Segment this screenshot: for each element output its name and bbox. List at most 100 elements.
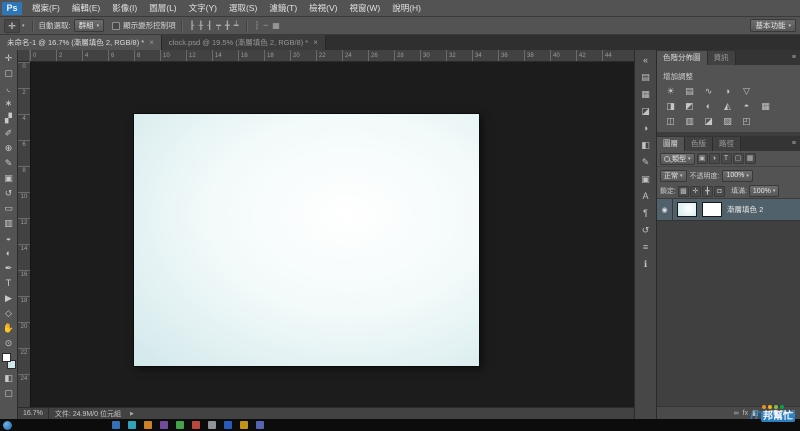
quick-mask-button[interactable]: ◧	[0, 371, 17, 386]
panel-menu-icon[interactable]: ≡	[788, 51, 800, 65]
workspace-dropdown[interactable]: 基本功能 ▾	[750, 19, 796, 32]
zoom-level-field[interactable]: 16.7%	[18, 408, 49, 419]
filter-shape-layers-icon[interactable]: ▢	[732, 153, 744, 164]
panel-menu-icon[interactable]: ≡	[788, 137, 800, 151]
lock-position-icon[interactable]: ╋	[701, 185, 713, 197]
move-tool[interactable]: ✛	[0, 51, 17, 66]
vibrance-icon[interactable]: ▽	[737, 84, 756, 99]
paragraph-panel-icon[interactable]: ¶	[637, 205, 655, 222]
close-icon[interactable]: ×	[313, 38, 318, 47]
distribute-horizontal-icon[interactable]: ┄	[261, 19, 270, 33]
layer-name[interactable]: 漸層填色 2	[727, 204, 763, 215]
posterize-icon[interactable]: ▥	[680, 114, 699, 129]
tab-histogram[interactable]: 色階分佈圖	[657, 51, 708, 65]
auto-align-layers-icon[interactable]: ▦	[270, 19, 282, 33]
eyedropper-tool[interactable]: ✐	[0, 126, 17, 141]
vertical-ruler[interactable]: 0 2 4 6 8 10 12 14 16 18 20 22 24	[18, 62, 30, 407]
menu-item[interactable]: 視窗(W)	[344, 0, 387, 16]
hand-tool[interactable]: ✋	[0, 321, 17, 336]
history-panel-icon[interactable]: ↺	[637, 222, 655, 239]
close-icon[interactable]: ×	[149, 38, 154, 47]
auto-select-dropdown[interactable]: 群組 ▾	[73, 19, 105, 32]
taskbar-app-icon[interactable]	[176, 421, 184, 429]
menu-item[interactable]: 編輯(E)	[66, 0, 106, 16]
menu-item[interactable]: 文字(Y)	[183, 0, 223, 16]
tab-untitled-1[interactable]: 未命名-1 @ 16.7% (漸層填色 2, RGB/8) * ×	[0, 35, 162, 50]
taskbar-app-icon[interactable]	[224, 421, 232, 429]
lock-transparency-icon[interactable]: ▩	[677, 185, 689, 197]
document-info[interactable]: 文件: 24.9M/0 位元組	[49, 409, 127, 419]
align-left-edges-icon[interactable]: ┠	[188, 19, 197, 33]
invert-icon[interactable]: ◫	[661, 114, 680, 129]
layer-filter-dropdown[interactable]: 類型 ▾	[660, 152, 695, 165]
marquee-tool[interactable]: ▢	[0, 66, 17, 81]
taskbar-app-icon[interactable]	[160, 421, 168, 429]
canvas-workspace[interactable]	[30, 62, 634, 407]
tab-channels[interactable]: 色版	[685, 137, 713, 151]
taskbar-app-icon[interactable]	[256, 421, 264, 429]
color-balance-icon[interactable]: ◩	[680, 99, 699, 114]
menu-item[interactable]: 濾鏡(T)	[263, 0, 303, 16]
filter-smart-objects-icon[interactable]: ▦	[744, 153, 756, 164]
healing-brush-tool[interactable]: ⊕	[0, 141, 17, 156]
photo-filter-icon[interactable]: ◭	[718, 99, 737, 114]
start-button[interactable]	[3, 420, 12, 430]
pen-tool[interactable]: ✒	[0, 261, 17, 276]
gradient-map-icon[interactable]: ▧	[718, 114, 737, 129]
brush-tool[interactable]: ✎	[0, 156, 17, 171]
tool-preset-caret-icon[interactable]: ▾	[22, 23, 25, 29]
layer-effects-icon[interactable]: fx	[743, 407, 748, 420]
black-white-icon[interactable]: ◐	[699, 99, 718, 114]
history-brush-tool[interactable]: ↺	[0, 186, 17, 201]
layer-visibility-toggle[interactable]: ◉	[657, 199, 673, 220]
fill-dropdown[interactable]: 100% ▾	[748, 185, 780, 197]
menu-item[interactable]: 檢視(V)	[303, 0, 343, 16]
align-top-edges-icon[interactable]: ┯	[214, 19, 223, 33]
screen-mode-button[interactable]: ▢	[0, 386, 17, 401]
menu-item[interactable]: 檔案(F)	[26, 0, 66, 16]
taskbar-app-icon[interactable]	[144, 421, 152, 429]
taskbar-app-icon[interactable]	[208, 421, 216, 429]
clone-stamp-tool[interactable]: ▣	[0, 171, 17, 186]
filter-type-layers-icon[interactable]: T	[720, 153, 732, 164]
brightness-contrast-icon[interactable]: ☀	[661, 84, 680, 99]
show-transform-checkbox[interactable]	[112, 21, 121, 30]
curves-icon[interactable]: ∿	[699, 84, 718, 99]
menu-item[interactable]: 說明(H)	[386, 0, 427, 16]
align-right-edges-icon[interactable]: ┨	[205, 19, 214, 33]
dodge-tool[interactable]: ◐	[0, 246, 17, 261]
clone-source-panel-icon[interactable]: ▣	[637, 171, 655, 188]
taskbar-app-icon[interactable]	[240, 421, 248, 429]
lasso-tool[interactable]: ◟	[0, 81, 17, 96]
properties-panel-icon[interactable]: ≡	[637, 239, 655, 256]
layer-row[interactable]: ◉ 漸層填色 2	[657, 199, 800, 221]
crop-tool[interactable]: ▞	[0, 111, 17, 126]
collapse-panels-icon[interactable]: «	[637, 52, 655, 69]
taskbar-app-icon[interactable]	[128, 421, 136, 429]
blend-mode-dropdown[interactable]: 正常 ▾	[660, 169, 687, 182]
taskbar-app-icon[interactable]	[192, 421, 200, 429]
eraser-tool[interactable]: ▭	[0, 201, 17, 216]
adjustments-panel-icon[interactable]: ◑	[637, 120, 655, 137]
taskbar-app-icon[interactable]	[112, 421, 120, 429]
character-panel-icon[interactable]: A	[637, 188, 655, 205]
lock-all-icon[interactable]: ◘	[713, 185, 725, 197]
exposure-icon[interactable]: ◑	[718, 84, 737, 99]
layer-mask-thumbnail[interactable]	[702, 202, 722, 217]
gradient-tool[interactable]: ▥	[0, 216, 17, 231]
tab-info[interactable]: 資訊	[707, 51, 736, 65]
swatches-panel-icon[interactable]: ▤	[637, 69, 655, 86]
filter-pixel-layers-icon[interactable]: ▣	[696, 153, 708, 164]
type-tool[interactable]: T	[0, 276, 17, 291]
zoom-tool[interactable]: ⊙	[0, 336, 17, 351]
document-canvas[interactable]	[134, 114, 479, 366]
lock-pixels-icon[interactable]: ✛	[689, 185, 701, 197]
filter-adjustment-layers-icon[interactable]: ◑	[708, 153, 720, 164]
shape-tool[interactable]: ◇	[0, 306, 17, 321]
link-layers-icon[interactable]: ∞	[734, 407, 739, 420]
status-menu-arrow-icon[interactable]: ▶	[127, 411, 137, 417]
tab-layers[interactable]: 圖層	[657, 137, 685, 151]
color-lookup-icon[interactable]: ▦	[756, 99, 775, 114]
tab-paths[interactable]: 路徑	[713, 137, 741, 151]
align-vertical-centers-icon[interactable]: ╋	[223, 19, 232, 33]
